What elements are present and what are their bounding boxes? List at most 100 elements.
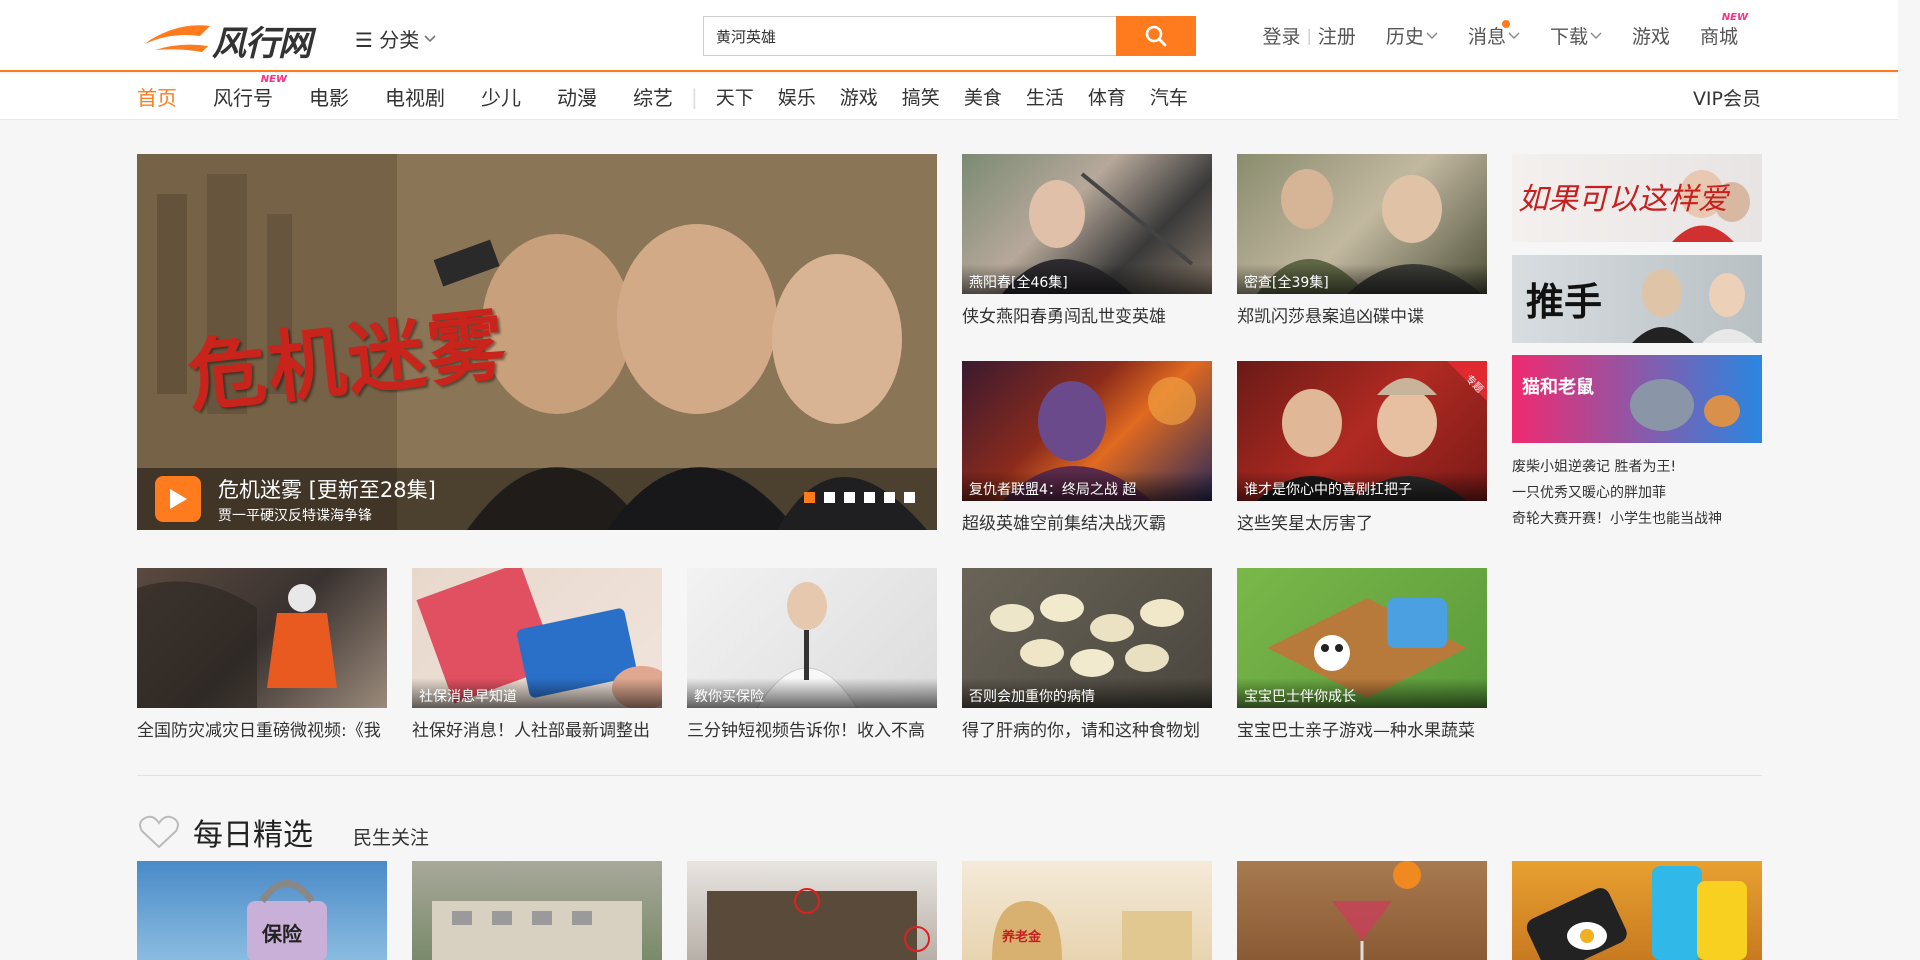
tile-title[interactable]: 全国防灾减灾日重磅微视频:《我 xyxy=(137,716,387,741)
mall-link[interactable]: 商城 NEW xyxy=(1699,12,1748,49)
nav-item-fengxinghao[interactable]: 风行号 NEW xyxy=(213,74,287,111)
nav-item-life[interactable]: 生活 xyxy=(1026,83,1064,110)
search-button[interactable] xyxy=(1116,16,1196,56)
play-button[interactable] xyxy=(155,476,201,522)
nav-item-home[interactable]: 首页 xyxy=(137,82,177,111)
featured-tile[interactable]: 燕阳春[全46集] 侠女燕阳春勇闯乱世变英雄 xyxy=(962,154,1212,327)
tile-title[interactable]: 超级英雄空前集结决战灭霸 xyxy=(962,509,1212,534)
video-thumbnail[interactable] xyxy=(687,861,937,960)
video-tile[interactable]: 否则会加重你的病情 得了肝病的你，请和这种食物划 xyxy=(962,568,1212,741)
carousel-dot[interactable] xyxy=(824,492,835,503)
history-menu[interactable]: 历史 xyxy=(1386,22,1438,49)
carousel-dot[interactable] xyxy=(864,492,875,503)
tile-title[interactable]: 这些笑星太厉害了 xyxy=(1237,509,1487,534)
thumbnail-caption: 教你买保险 xyxy=(687,678,937,708)
video-tile[interactable]: 全国防灾减灾日重磅微视频:《我 xyxy=(137,568,387,741)
video-tile[interactable]: 宝宝巴士伴你成长 宝宝巴士亲子游戏—种水果蔬菜 xyxy=(1237,568,1487,741)
video-tile[interactable]: 社保消息早知道 社保好消息！人社部最新调整出 xyxy=(412,568,662,741)
banner-caption-bar: 危机迷雾 [更新至28集] 贾一平硬汉反特谍海争锋 xyxy=(137,468,937,530)
video-thumbnail[interactable]: 保险 xyxy=(137,861,387,960)
category-label: ☰ 分类 xyxy=(355,28,420,52)
nav-item-auto[interactable]: 汽车 xyxy=(1150,83,1188,110)
ad-image: 如果可以这样爱 xyxy=(1518,170,1750,242)
video-thumbnail[interactable] xyxy=(412,861,662,960)
nav-divider: | xyxy=(691,84,698,109)
side-link[interactable]: 一只优秀又暖心的胖加菲 xyxy=(1512,480,1722,506)
nav-item-world[interactable]: 天下 xyxy=(716,83,754,110)
new-badge: NEW xyxy=(1721,12,1748,23)
thumbnail-image xyxy=(1526,866,1747,960)
section-divider xyxy=(137,775,1762,776)
thumbnail-caption: 社保消息早知道 xyxy=(412,678,662,708)
top-header: 风行网 ☰ 分类 登录 | 注册 历史 消息 下载 游戏 商城 xyxy=(0,0,1898,72)
tile-title[interactable]: 社保好消息！人社部最新调整出 xyxy=(412,716,662,741)
video-tile[interactable]: 教你买保险 三分钟短视频告诉你！收入不高 xyxy=(687,568,937,741)
nav-item-movie[interactable]: 电影 xyxy=(309,82,349,111)
tile-title[interactable]: 得了肝病的你，请和这种食物划 xyxy=(962,716,1212,741)
side-link[interactable]: 废柴小姐逆袭记 胜者为王! xyxy=(1512,454,1722,480)
hero-banner[interactable]: 危机迷雾 危机迷雾 [更新至28集] 贾一平硬汉反特谍海争锋 xyxy=(137,154,937,530)
tile-title[interactable]: 三分钟短视频告诉你！收入不高 xyxy=(687,716,937,741)
thumbnail-art-text: 养老金 xyxy=(1001,929,1042,945)
nav-item-food[interactable]: 美食 xyxy=(964,83,1002,110)
side-link[interactable]: 奇轮大赛开赛！小学生也能当战神 xyxy=(1512,506,1722,532)
nav-item-label: 风行号 xyxy=(213,86,273,110)
vip-link[interactable]: VIP会员 xyxy=(1693,84,1761,111)
search-input[interactable] xyxy=(704,17,1116,55)
chevron-down-icon xyxy=(424,34,436,42)
download-menu[interactable]: 下载 xyxy=(1550,22,1602,49)
carousel-dot[interactable] xyxy=(844,492,855,503)
register-link[interactable]: 注册 xyxy=(1318,22,1356,49)
nav-item-tv[interactable]: 电视剧 xyxy=(385,82,445,111)
side-ad-banner[interactable]: 猫和老鼠 xyxy=(1512,355,1762,443)
section-header: 每日精选 民生关注 xyxy=(137,810,429,854)
mall-label: 商城 xyxy=(1699,26,1738,48)
thumbnail-image xyxy=(707,888,930,960)
games-link[interactable]: 游戏 xyxy=(1632,22,1670,49)
carousel-dot[interactable] xyxy=(804,492,815,503)
new-badge: NEW xyxy=(260,74,287,85)
site-logo[interactable]: 风行网 xyxy=(140,14,320,64)
nav-item-games[interactable]: 游戏 xyxy=(840,83,878,110)
play-icon xyxy=(170,489,187,509)
tile-title[interactable]: 郑凯闪莎悬案追凶碟中谍 xyxy=(1237,302,1487,327)
nav-item-variety[interactable]: 综艺 xyxy=(633,82,673,111)
carousel-dot[interactable] xyxy=(904,492,915,503)
nav-item-anime[interactable]: 动漫 xyxy=(557,82,597,111)
ad-title-art: 如果可以这样爱 xyxy=(1518,182,1731,217)
section-subtitle[interactable]: 民生关注 xyxy=(353,823,429,850)
thumbnail-caption: 燕阳春[全46集] xyxy=(962,264,1212,294)
featured-tile[interactable]: 密查[全39集] 郑凯闪莎悬案追凶碟中谍 xyxy=(1237,154,1487,327)
chevron-down-icon xyxy=(1426,32,1438,39)
nav-item-entertainment[interactable]: 娱乐 xyxy=(778,83,816,110)
heart-icon xyxy=(139,815,179,849)
messages-menu[interactable]: 消息 xyxy=(1468,20,1520,49)
channel-nav: 首页 风行号 NEW 电影 电视剧 少儿 动漫 综艺 | 天下 娱乐 游戏 搞笑… xyxy=(0,74,1898,120)
tile-title[interactable]: 侠女燕阳春勇闯乱世变英雄 xyxy=(962,302,1212,327)
featured-tile[interactable]: 复仇者联盟4：终局之战 超 超级英雄空前集结决战灭霸 xyxy=(962,361,1212,534)
video-thumbnail[interactable] xyxy=(1237,861,1487,960)
thumbnail-caption: 密查[全39集] xyxy=(1237,264,1487,294)
nav-item-kids[interactable]: 少儿 xyxy=(481,82,521,111)
side-ad-banner[interactable]: 如果可以这样爱 xyxy=(1512,154,1762,242)
login-link[interactable]: 登录 xyxy=(1263,22,1301,49)
category-menu[interactable]: ☰ 分类 xyxy=(355,24,437,53)
video-thumbnail[interactable] xyxy=(1512,861,1762,960)
section-title: 每日精选 xyxy=(193,818,313,853)
video-thumbnail: 复仇者联盟4：终局之战 超 xyxy=(962,361,1212,501)
carousel-dot[interactable] xyxy=(884,492,895,503)
carousel-dots xyxy=(804,492,915,503)
video-thumbnail[interactable]: 养老金 xyxy=(962,861,1212,960)
video-thumbnail: 否则会加重你的病情 xyxy=(962,568,1212,708)
tile-title[interactable]: 宝宝巴士亲子游戏—种水果蔬菜 xyxy=(1237,716,1487,741)
video-thumbnail: 密查[全39集] xyxy=(1237,154,1487,294)
thumbnail-caption: 复仇者联盟4：终局之战 超 xyxy=(962,471,1212,501)
video-thumbnail: 教你买保险 xyxy=(687,568,937,708)
nav-item-funny[interactable]: 搞笑 xyxy=(902,83,940,110)
featured-tile[interactable]: 专题 谁才是你心中的喜剧扛把子 这些笑星太厉害了 xyxy=(1237,361,1487,534)
video-thumbnail: 专题 谁才是你心中的喜剧扛把子 xyxy=(1237,361,1487,501)
ad-title-art: 猫和老鼠 xyxy=(1522,376,1594,398)
chevron-down-icon xyxy=(1590,32,1602,39)
nav-item-sports[interactable]: 体育 xyxy=(1088,83,1126,110)
side-ad-banner[interactable]: 推手 xyxy=(1512,255,1762,343)
